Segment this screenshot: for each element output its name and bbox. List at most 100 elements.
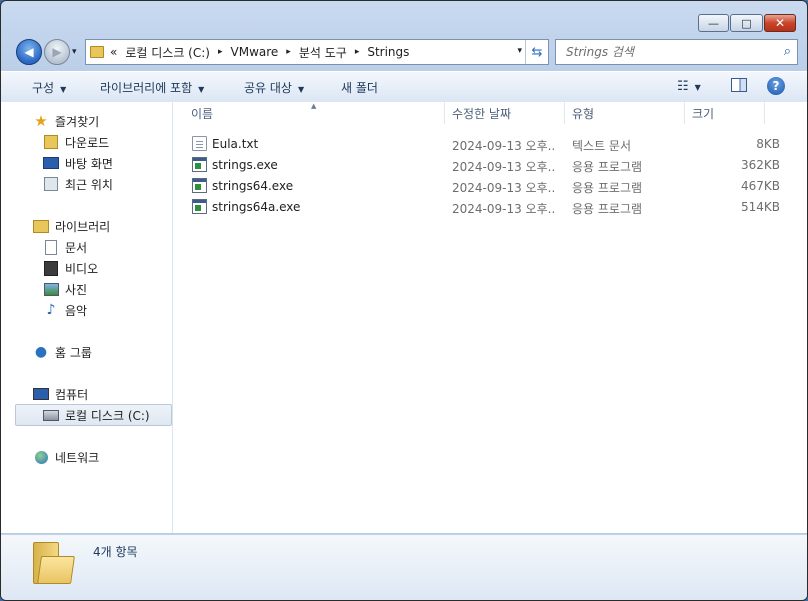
sidebar-item-label: 사진 [65,282,88,297]
view-list-icon: ☷ [677,79,689,94]
sidebar-item-homegroup[interactable]: ● 홈 그룹 [33,342,92,362]
desktop-icon [43,155,59,171]
sidebar-item-documents[interactable]: 문서 [43,237,87,257]
sidebar-item-libraries[interactable]: 라이브러리 [33,216,110,236]
documents-icon [43,239,59,255]
column-header-label: 수정한 날짜 [452,106,512,121]
recent-places-icon [43,176,59,192]
breadcrumb-vmware[interactable]: VMware [231,45,279,59]
maximize-button[interactable]: □ [730,14,763,32]
table-row[interactable]: Eula.txt 2024-09-13 오후... 텍스트 문서 8KB [190,134,780,154]
breadcrumb: « 로컬 디스크 (C:) ▸ VMware ▸ 분석 도구 ▸ Strings [110,44,409,61]
chevron-down-icon: ▼ [60,85,67,94]
column-header-type[interactable]: 유형 [565,102,685,124]
breadcrumb-overflow[interactable]: « [110,45,117,59]
sidebar-item-pictures[interactable]: 사진 [43,279,87,299]
breadcrumb-local-disk[interactable]: 로컬 디스크 (C:) [125,44,210,61]
recent-pages-dropdown[interactable]: ▾ [72,47,77,57]
file-date: 2024-09-13 오후... [452,139,556,153]
preview-pane-button[interactable] [731,78,747,92]
navigation-pane: ★ 즐겨찾기 다운로드 바탕 화면 최근 위치 라이브러리 문서 비디오 사진 … [1,102,173,533]
sidebar-item-recent-places[interactable]: 최근 위치 [43,174,113,194]
back-button[interactable]: ◀ [16,39,42,65]
file-type: 텍스트 문서 [572,139,632,153]
homegroup-icon: ● [34,344,48,360]
exe-file-icon [192,157,207,172]
close-icon: ✕ [774,16,786,30]
forward-arrow-icon: ▶ [52,45,62,59]
address-bar[interactable]: « 로컬 디스크 (C:) ▸ VMware ▸ 분석 도구 ▸ Strings… [85,39,549,65]
video-icon [43,260,59,276]
minimize-icon: — [708,16,719,30]
file-date: 2024-09-13 오후... [452,181,556,195]
sidebar-item-downloads[interactable]: 다운로드 [43,132,109,152]
item-count: 4개 항목 [93,545,138,559]
table-row[interactable]: strings.exe 2024-09-13 오후... 응용 프로그램 362… [190,155,780,175]
minimize-button[interactable]: — [698,14,729,32]
refresh-button[interactable]: ⇆ [525,40,548,64]
download-folder-icon [43,134,59,150]
column-header-name[interactable]: 이름 [173,102,445,124]
sidebar-item-computer[interactable]: 컴퓨터 [33,384,88,404]
sidebar-item-music[interactable]: ♪ 음악 [43,300,88,320]
breadcrumb-strings[interactable]: Strings [367,45,409,59]
organize-button[interactable]: 구성 ▼ [32,79,66,96]
exe-file-icon [192,199,207,214]
table-row[interactable]: strings64a.exe 2024-09-13 오후... 응용 프로그램 … [190,197,780,217]
column-header-label: 유형 [572,106,595,121]
command-bar: 구성 ▼ 라이브러리에 포함 ▼ 공유 대상 ▼ 새 폴더 ☷ ▼ ? [1,71,807,103]
file-type: 응용 프로그램 [572,160,643,174]
chevron-down-icon: ▼ [297,85,305,94]
sidebar-item-videos[interactable]: 비디오 [43,258,98,278]
sidebar-item-network[interactable]: 네트워크 [33,447,99,467]
music-note-icon: ♪ [46,302,56,318]
close-button[interactable]: ✕ [764,14,796,32]
table-row[interactable]: strings64.exe 2024-09-13 오후... 응용 프로그램 4… [190,176,780,196]
share-with-label: 공유 대상 [244,81,292,95]
explorer-window: — □ ✕ ◀ ▶ ▾ « 로컬 디스크 (C:) ▸ VMware ▸ 분석 … [0,0,808,601]
back-arrow-icon: ◀ [24,45,34,59]
include-in-library-button[interactable]: 라이브러리에 포함 ▼ [100,79,204,96]
sidebar-item-local-disk[interactable]: 로컬 디스크 (C:) [15,404,172,426]
local-disk-icon [43,407,59,423]
file-type: 응용 프로그램 [572,181,643,195]
search-box[interactable]: ⌕ [555,39,798,65]
forward-button[interactable]: ▶ [44,39,70,65]
folder-icon [90,46,104,58]
sidebar-item-label: 비디오 [65,261,99,276]
sidebar-item-favorites[interactable]: ★ 즐겨찾기 [33,111,99,131]
help-button[interactable]: ? [767,77,785,95]
file-name: strings64a.exe [212,200,301,214]
change-view-button[interactable]: ☷ ▼ [677,79,701,94]
sidebar-item-label: 홈 그룹 [55,345,92,360]
breadcrumb-analysis-tools[interactable]: 분석 도구 [299,44,347,61]
column-header-date[interactable]: 수정한 날짜 [445,102,565,124]
file-name: Eula.txt [212,137,259,151]
file-name: strings64.exe [212,179,294,193]
exe-file-icon [192,178,207,193]
search-input[interactable] [564,44,773,60]
sidebar-item-desktop[interactable]: 바탕 화면 [43,153,113,173]
breadcrumb-separator-icon[interactable]: ▸ [355,47,360,57]
sidebar-item-label: 로컬 디스크 (C:) [65,408,150,423]
share-with-button[interactable]: 공유 대상 ▼ [244,79,304,96]
refresh-icon: ⇆ [531,44,543,60]
libraries-icon [33,218,49,234]
search-icon[interactable]: ⌕ [784,44,791,59]
chevron-down-icon: ▼ [694,83,701,92]
column-header-size[interactable]: 크기 [685,102,765,124]
details-pane: 4개 항목 [1,534,807,600]
breadcrumb-separator-icon[interactable]: ▸ [286,47,291,57]
column-header-label: 크기 [692,106,715,121]
breadcrumb-separator-icon[interactable]: ▸ [218,47,223,57]
sidebar-item-label: 문서 [65,240,88,255]
file-name: strings.exe [212,158,278,172]
sidebar-item-label: 네트워크 [55,450,100,465]
new-folder-button[interactable]: 새 폴더 [341,79,378,96]
sidebar-item-label: 라이브러리 [55,219,111,234]
sidebar-item-label: 컴퓨터 [55,387,89,402]
include-in-library-label: 라이브러리에 포함 [100,81,193,95]
star-icon: ★ [34,112,48,130]
address-dropdown-icon[interactable]: ▾ [517,46,522,56]
file-size: 8KB [756,137,780,151]
